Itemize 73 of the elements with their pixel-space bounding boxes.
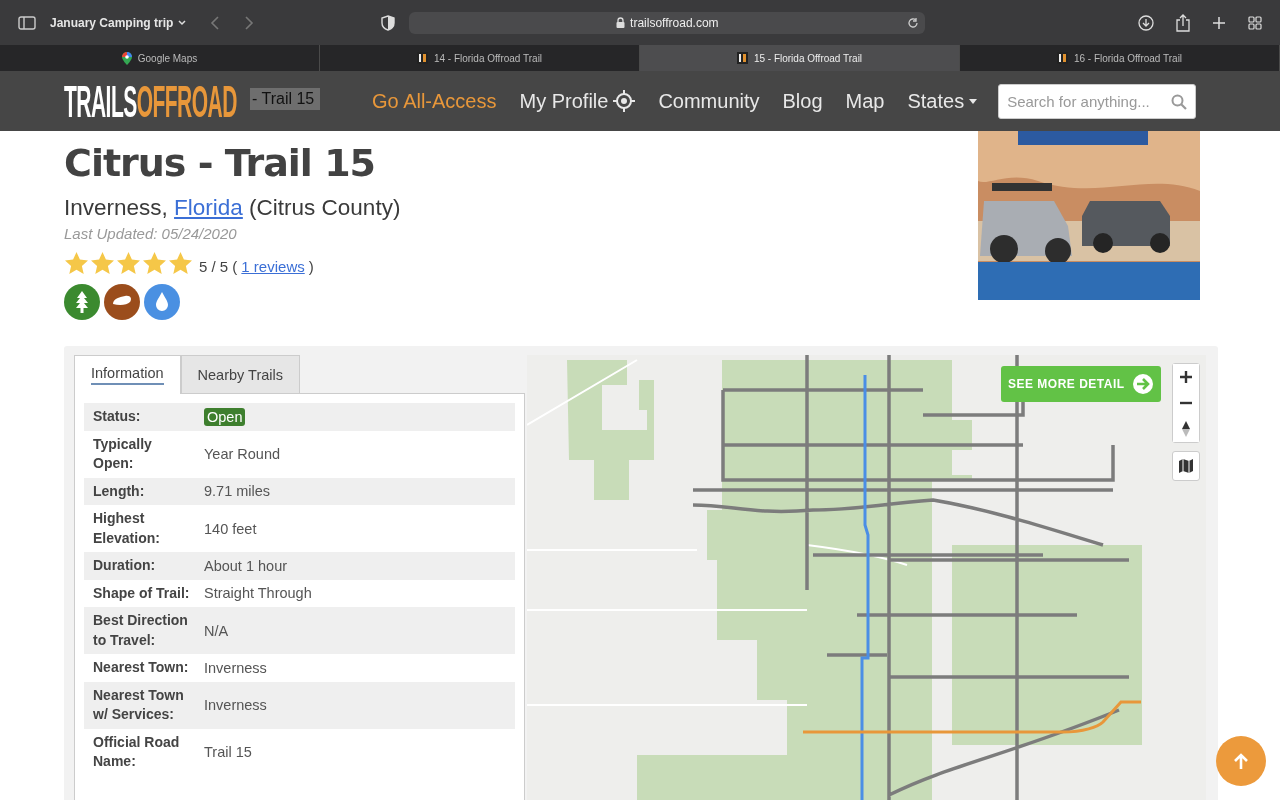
browser-tab[interactable]: 15 - Florida Offroad Trail [640,45,960,71]
detail-label: Status: [92,407,142,426]
info-tab[interactable]: Information [74,355,181,394]
detail-value: 140 feet [204,520,257,537]
address-bar[interactable]: trailsoffroad.com [409,11,926,34]
detail-value: Inverness [204,697,267,713]
search-field[interactable]: Search for anything... [998,83,1197,119]
state-link[interactable]: Florida [174,195,243,220]
crosshair-icon [613,90,636,112]
star-icon [90,251,115,275]
plus-icon [1180,371,1192,383]
chevron-down-icon [178,19,187,26]
breadcrumb: - Trail 15 [250,88,321,110]
download-icon[interactable] [1138,14,1154,31]
nav-link[interactable]: States [907,89,978,113]
map-pin-icon [121,51,132,65]
tree-icon [64,284,100,320]
reload-icon[interactable] [907,16,920,29]
star-icon [116,251,141,275]
site-favicon-icon [736,52,748,64]
rating-text: 5 / 5 ( [199,257,238,275]
mud-icon [104,284,140,320]
back-icon[interactable] [210,15,221,30]
shield-icon[interactable] [381,14,396,31]
star-icon [64,251,89,275]
status-badge: Open [204,407,246,426]
detail-label: Best Direction to Travel: [92,611,189,650]
lock-icon [616,17,626,28]
nav-link[interactable]: Map [845,89,885,113]
compass-icon [1181,421,1191,437]
info-tab[interactable]: Nearby Trails [180,355,300,393]
nav-link[interactable]: My Profile [519,89,636,113]
last-updated: Last Updated: 05/24/2020 [64,225,238,242]
site-logo[interactable]: TRAILSOFFROAD [64,78,237,124]
map-style-button[interactable] [1172,451,1200,481]
map-icon [1178,458,1194,474]
site-favicon-icon [1056,52,1068,64]
site-favicon-icon [416,52,428,64]
caret-down-icon [969,98,978,104]
detail-value: 9.71 miles [204,483,271,500]
detail-label: Duration: [92,556,157,575]
tab-overview-icon[interactable] [1248,15,1262,30]
detail-label: Nearest Town: [92,658,190,677]
tab-group-menu[interactable]: January Camping trip [50,15,187,30]
detail-label: Official Road Name: [92,732,181,771]
water-drop-icon [144,284,180,320]
forward-icon[interactable] [244,15,255,30]
star-icon [142,251,167,275]
sidebar-icon[interactable] [18,15,36,30]
detail-value: About 1 hour [204,557,288,574]
detail-label: Shape of Trail: [92,583,191,603]
detail-label: Length: [92,481,146,501]
nav-link[interactable]: Community [658,89,760,113]
detail-label: Typically Open: [92,434,153,473]
detail-value: Year Round [204,446,281,462]
detail-label: Nearest Town w/ Services: [92,685,185,724]
search-icon [1171,93,1188,110]
detail-value: Straight Through [204,585,312,602]
detail-value: Inverness [204,659,267,676]
detail-label: Highest Elevation: [92,509,161,548]
arrow-up-icon [1234,753,1248,769]
star-icon [168,251,193,275]
detail-value: N/A [204,622,229,639]
new-tab-icon[interactable] [1212,15,1226,30]
detail-value: Trail 15 [204,744,252,760]
nav-link[interactable]: Blog [782,89,823,113]
rating-text: ) [308,257,314,275]
arrow-right-circle-icon [1132,373,1154,395]
trail-location: Inverness, Florida (Citrus County) [64,194,401,222]
nav-link[interactable]: Go All-Access [372,89,497,113]
reviews-link[interactable]: 1 reviews [241,257,305,275]
trail-title: Citrus - Trail 15 [64,140,376,187]
share-icon[interactable] [1176,13,1190,32]
